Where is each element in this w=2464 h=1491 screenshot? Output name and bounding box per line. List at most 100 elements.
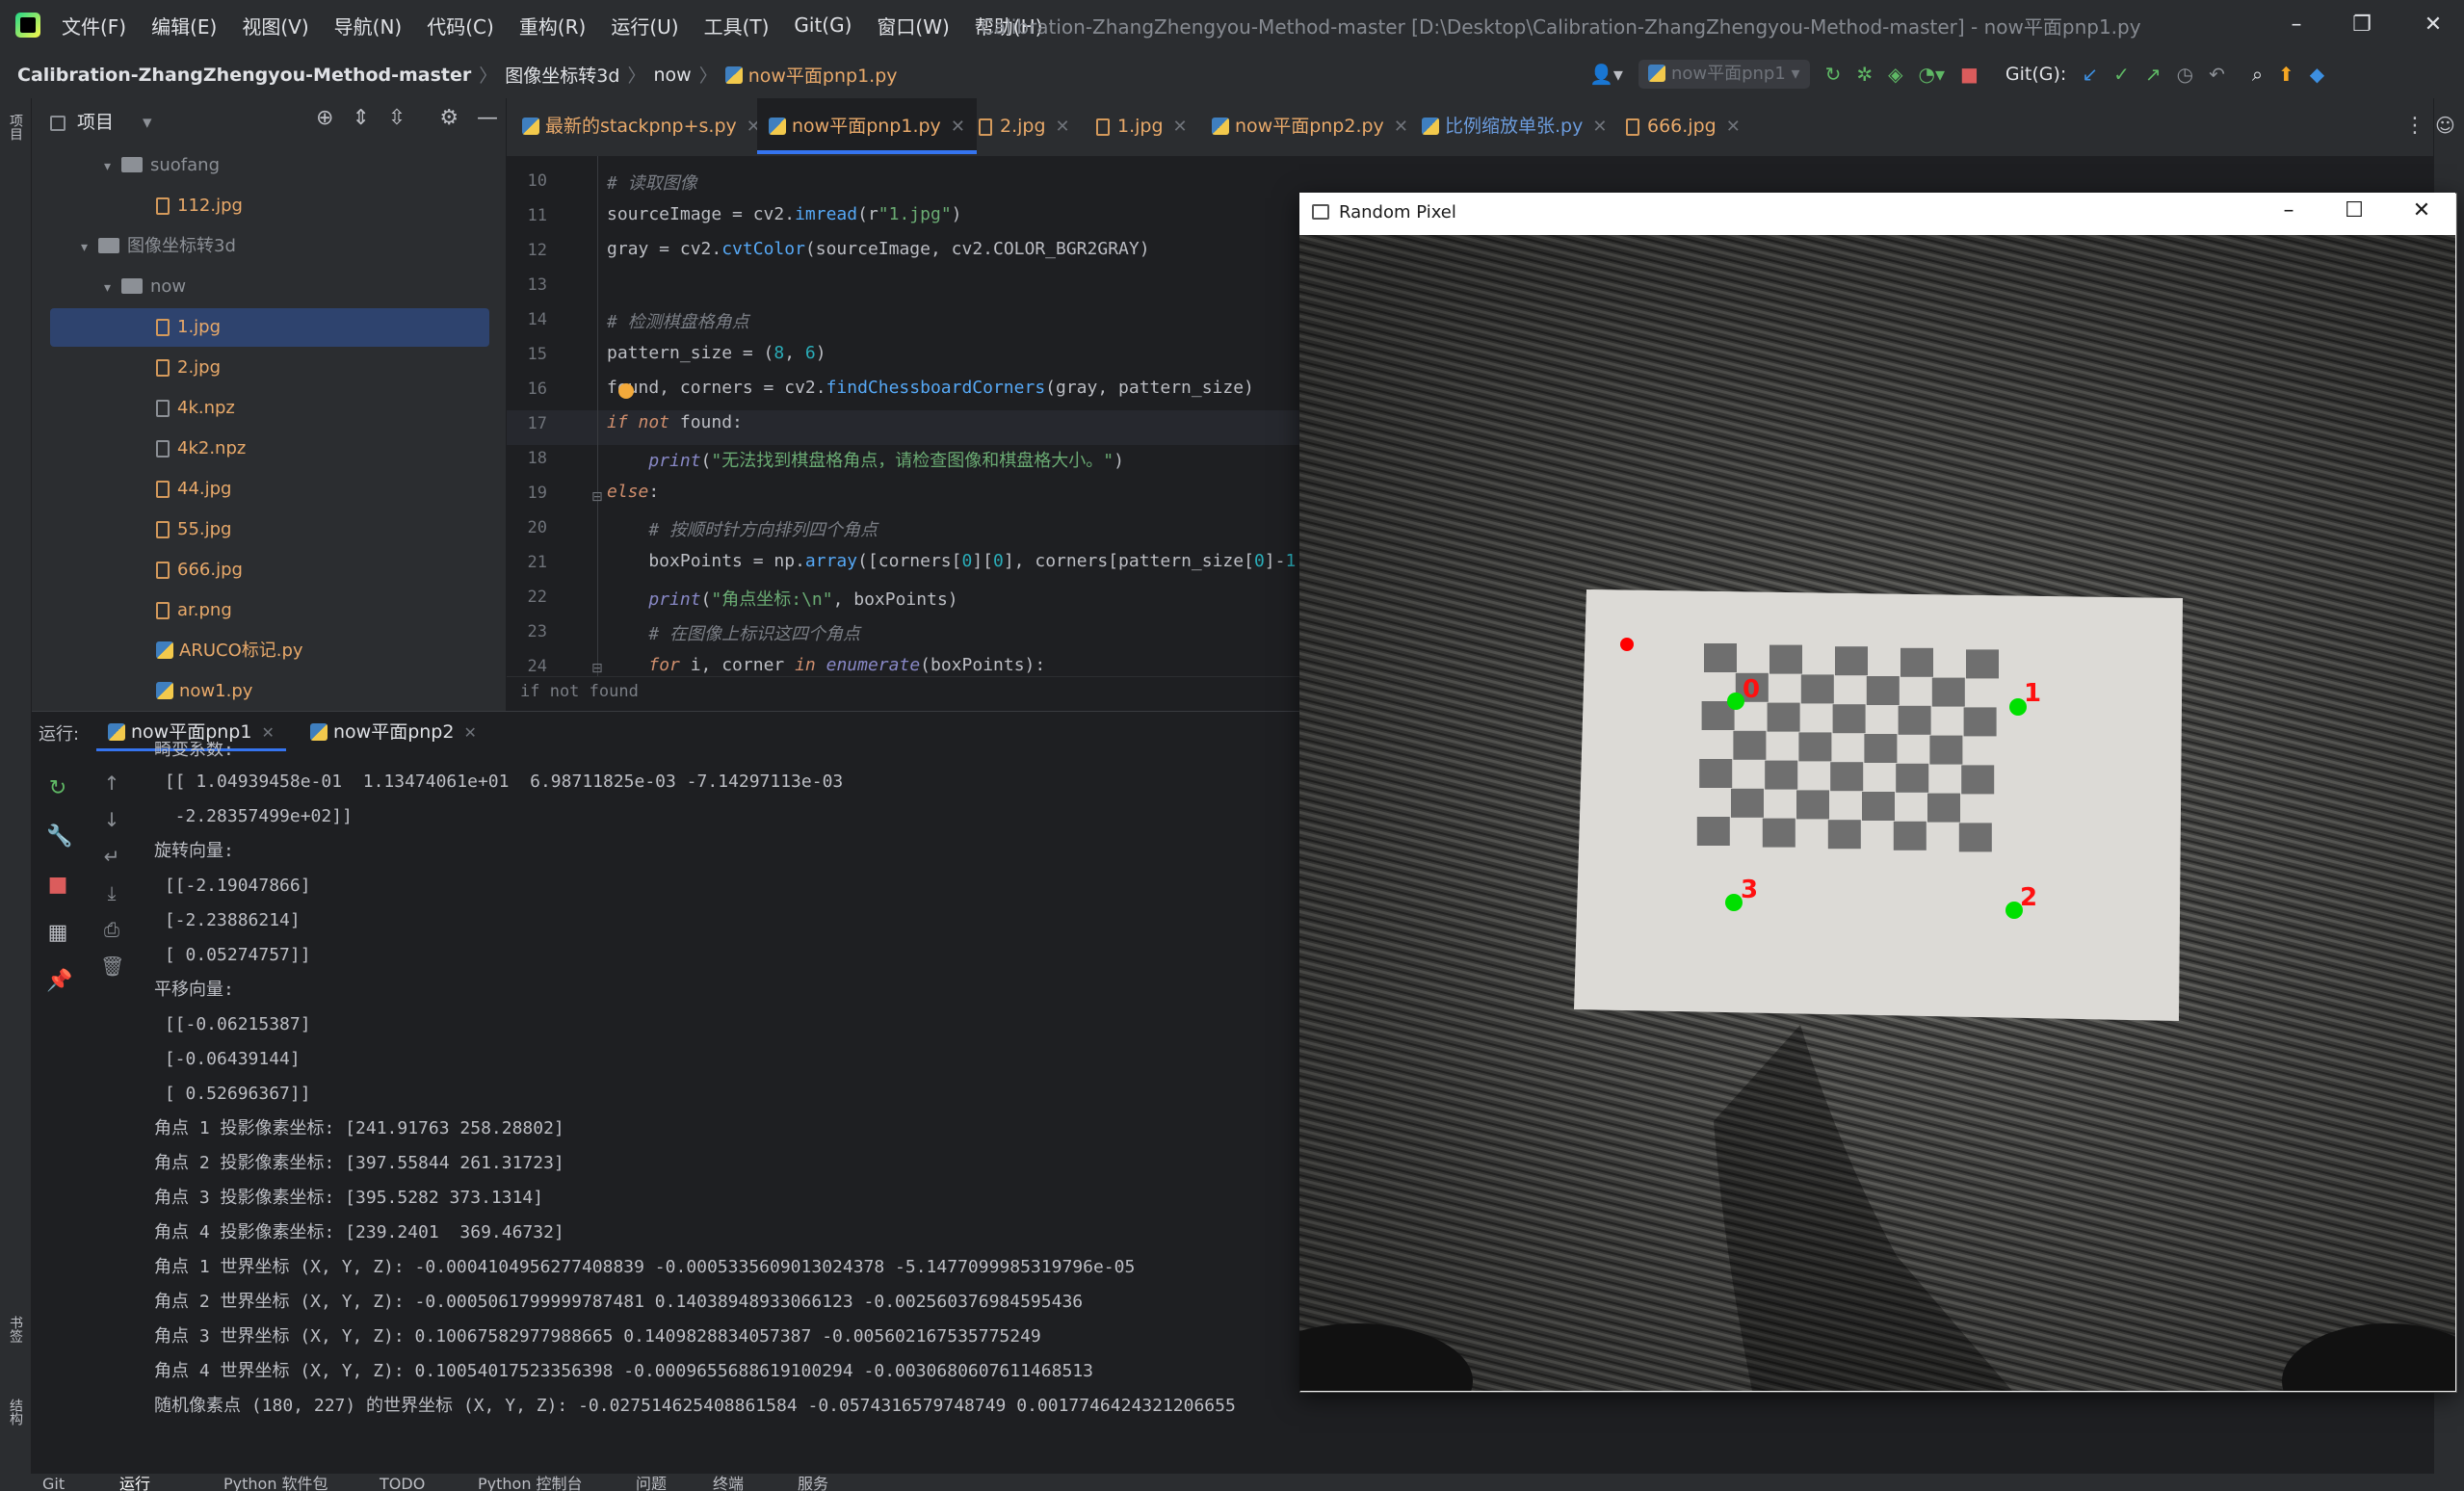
copilot-icon[interactable]: ☺ xyxy=(2435,114,2455,137)
tree-item-file[interactable]: ARUCO标记.py xyxy=(156,632,303,670)
pycharm-logo-icon[interactable] xyxy=(15,13,40,38)
tree-item-file[interactable]: 55.jpg xyxy=(156,510,231,549)
rerun-icon[interactable]: ↻ xyxy=(46,765,69,813)
tab-now-pnp2[interactable]: now平面pnp2.py ✕ xyxy=(1200,98,1420,154)
hide-panel-icon[interactable]: — xyxy=(477,106,498,130)
expand-all-icon[interactable]: ⇕ xyxy=(352,106,369,130)
tab-scale[interactable]: 比例缩放单张.py ✕ xyxy=(1410,98,1618,154)
tree-item-file[interactable]: 112.jpg xyxy=(156,187,243,225)
locate-icon[interactable]: ⊕ xyxy=(316,106,333,130)
debug-icon[interactable]: ✲ xyxy=(1856,61,1873,88)
fold-icon[interactable]: ⊟ xyxy=(591,661,603,676)
more-tabs-icon[interactable]: ⋮ xyxy=(2404,114,2425,138)
close-tab-icon[interactable]: ✕ xyxy=(463,723,476,742)
close-tab-icon[interactable]: ✕ xyxy=(951,117,965,137)
close-tab-icon[interactable]: ✕ xyxy=(261,723,274,742)
close-icon[interactable]: ✕ xyxy=(2414,8,2452,42)
menu-file[interactable]: 文件(F) xyxy=(62,12,126,39)
profile-icon[interactable]: ◔▾ xyxy=(1919,61,1946,88)
trash-icon[interactable]: 🗑 xyxy=(100,948,124,984)
jetbrains-ai-icon[interactable]: ◆ xyxy=(2310,61,2324,88)
tree-item-file-selected[interactable]: 1.jpg xyxy=(50,308,489,347)
structure-tool-button[interactable]: 结构 xyxy=(6,1399,25,1426)
bottom-tab-problems[interactable]: 问题 xyxy=(636,1474,667,1491)
stop-icon[interactable]: ■ xyxy=(46,861,69,909)
close-tab-icon[interactable]: ✕ xyxy=(1394,117,1408,137)
menu-view[interactable]: 视图(V) xyxy=(242,12,308,39)
tree-item-file[interactable]: now1.py xyxy=(156,672,252,711)
scroll-to-end-icon[interactable]: ⤓ xyxy=(100,875,123,911)
tab-1-jpg[interactable]: 1.jpg ✕ xyxy=(1085,98,1199,154)
run-config-selector[interactable]: now平面pnp1 ▾ xyxy=(1638,60,1810,89)
pin-icon[interactable]: 📌 xyxy=(46,957,72,1006)
tree-item-file[interactable]: 4k2.npz xyxy=(156,430,246,468)
tree-item-file[interactable]: 2.jpg xyxy=(156,349,221,387)
tree-item-folder[interactable]: ▾ now xyxy=(104,268,186,306)
close-tab-icon[interactable]: ✕ xyxy=(1726,117,1741,137)
menu-navigate[interactable]: 导航(N) xyxy=(334,12,403,39)
breadcrumb-folder[interactable]: 图像坐标转3d xyxy=(505,62,619,88)
tab-stackpnp[interactable]: 最新的stackpnp+s.py ✕ xyxy=(511,98,773,154)
breadcrumb-project[interactable]: Calibration-ZhangZhengyou-Method-master xyxy=(17,65,471,86)
bookmarks-tool-button[interactable]: 书签 xyxy=(6,1316,25,1343)
menu-refactor[interactable]: 重构(R) xyxy=(519,12,587,39)
layout-icon[interactable]: ▦ xyxy=(46,909,69,957)
gear-icon[interactable]: ⚙ xyxy=(439,106,459,130)
git-push-icon[interactable]: ↗ xyxy=(2145,61,2162,88)
tree-item-folder[interactable]: ▾ suofang xyxy=(104,146,220,185)
close-tab-icon[interactable]: ✕ xyxy=(1056,117,1070,137)
menu-code[interactable]: 代码(C) xyxy=(427,12,494,39)
user-icon[interactable]: 👤▾ xyxy=(1589,61,1623,88)
tree-item-file[interactable]: 44.jpg xyxy=(156,470,231,509)
chevron-down-icon[interactable]: ▾ xyxy=(143,112,152,133)
tree-item-file[interactable]: ar.png xyxy=(156,591,232,630)
bottom-tab-todo[interactable]: TODO xyxy=(380,1474,425,1491)
menu-window[interactable]: 窗口(W) xyxy=(877,12,949,39)
minimize-icon[interactable]: – xyxy=(2277,8,2316,42)
maximize-icon[interactable]: ☐ xyxy=(2335,198,2373,222)
close-icon[interactable]: ✕ xyxy=(2402,198,2441,222)
tab-2-jpg[interactable]: 2.jpg ✕ xyxy=(967,98,1082,154)
breadcrumb-file[interactable]: now平面pnp1.py xyxy=(748,62,898,88)
soft-wrap-icon[interactable]: ↵ xyxy=(100,838,123,875)
close-tab-icon[interactable]: ✕ xyxy=(1592,117,1607,137)
collapse-all-icon[interactable]: ⇳ xyxy=(388,106,406,130)
project-tool-button[interactable]: 项目 xyxy=(6,114,25,141)
rerun-icon[interactable]: ↻ xyxy=(1825,61,1842,88)
revert-icon[interactable]: ↶ xyxy=(2209,61,2225,88)
wrench-icon[interactable]: 🔧 xyxy=(46,813,72,861)
menu-edit[interactable]: 编辑(E) xyxy=(151,12,217,39)
intention-bulb-icon[interactable] xyxy=(618,383,634,399)
tree-item-file[interactable]: 666.jpg xyxy=(156,551,243,589)
bottom-tab-packages[interactable]: Python 软件包 xyxy=(223,1474,328,1491)
bottom-tab-services[interactable]: 服务 xyxy=(798,1474,828,1491)
bottom-tab-git[interactable]: Git xyxy=(42,1474,65,1491)
stop-icon[interactable]: ■ xyxy=(1960,61,1979,88)
breadcrumb-subfolder[interactable]: now xyxy=(653,65,691,86)
git-commit-icon[interactable]: ✓ xyxy=(2113,61,2130,88)
project-panel-header[interactable]: 项目 ▾ xyxy=(50,108,152,134)
arrow-up-icon[interactable]: ↑ xyxy=(100,765,123,801)
tab-666-jpg[interactable]: 666.jpg ✕ xyxy=(1614,98,1752,154)
tree-item-folder[interactable]: ▾ 图像坐标转3d xyxy=(81,227,236,266)
tab-now-pnp1[interactable]: now平面pnp1.py ✕ xyxy=(757,98,977,154)
git-update-icon[interactable]: ↙ xyxy=(2082,61,2098,88)
coverage-icon[interactable]: ◈ xyxy=(1888,61,1902,88)
menu-tools[interactable]: 工具(T) xyxy=(704,12,770,39)
menu-git[interactable]: Git(G) xyxy=(794,13,852,37)
restore-icon[interactable]: ❐ xyxy=(2343,8,2381,42)
bottom-tab-run[interactable]: 运行 xyxy=(119,1474,150,1491)
history-icon[interactable]: ◷ xyxy=(2177,61,2193,88)
bottom-tab-python-console[interactable]: Python 控制台 xyxy=(478,1474,583,1491)
update-icon[interactable]: ⬆ xyxy=(2278,61,2294,88)
fold-icon[interactable]: ⊟ xyxy=(591,489,603,505)
arrow-down-icon[interactable]: ↓ xyxy=(100,801,123,838)
print-icon[interactable]: ⎙ xyxy=(100,911,123,948)
minimize-icon[interactable]: – xyxy=(2269,198,2308,222)
search-icon[interactable]: ⌕ xyxy=(2252,61,2263,88)
bottom-tab-terminal[interactable]: 终端 xyxy=(713,1474,744,1491)
tree-item-file[interactable]: 4k.npz xyxy=(156,389,235,428)
console-output[interactable]: 畸变系数: [[ 1.04939458e-01 1.13474061e+01 6… xyxy=(154,742,1300,1424)
menu-run[interactable]: 运行(U) xyxy=(611,12,678,39)
close-tab-icon[interactable]: ✕ xyxy=(1173,117,1188,137)
